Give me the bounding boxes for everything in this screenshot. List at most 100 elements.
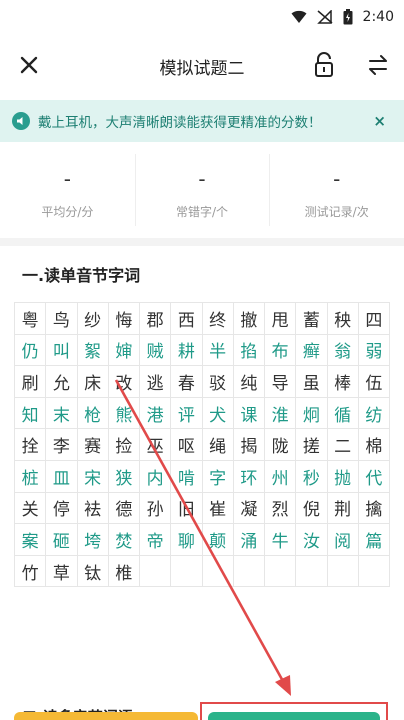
character-cell[interactable]: 宋 (77, 460, 109, 493)
character-cell[interactable]: 桩 (15, 460, 47, 493)
close-notice-icon[interactable]: × (373, 112, 386, 130)
character-cell[interactable]: 环 (233, 460, 265, 493)
character-cell[interactable]: 涌 (233, 524, 265, 556)
character-cell[interactable]: 德 (108, 492, 140, 525)
character-cell[interactable]: 阅 (327, 524, 359, 556)
character-cell[interactable]: 半 (202, 334, 234, 367)
character-cell[interactable]: 撤 (233, 303, 265, 335)
character-cell[interactable]: 抛 (327, 460, 359, 493)
character-cell[interactable]: 颠 (202, 524, 234, 556)
character-cell[interactable]: 烈 (265, 492, 297, 525)
character-cell[interactable]: 枪 (77, 397, 109, 430)
character-cell[interactable]: 垮 (77, 524, 109, 556)
character-cell[interactable]: 椎 (108, 555, 140, 588)
character-cell[interactable]: 陇 (265, 429, 297, 461)
character-cell[interactable]: 焚 (108, 524, 140, 556)
character-cell[interactable]: 揭 (233, 429, 265, 461)
character-cell[interactable]: 二 (327, 429, 359, 461)
character-cell[interactable]: 弱 (358, 334, 390, 367)
character-cell[interactable]: 婶 (108, 334, 140, 367)
character-cell[interactable]: 帝 (140, 524, 172, 556)
character-cell[interactable]: 啃 (171, 460, 203, 493)
character-cell[interactable]: 终 (202, 303, 234, 335)
character-cell[interactable]: 熊 (108, 397, 140, 430)
character-cell[interactable]: 捡 (108, 429, 140, 461)
character-cell[interactable]: 聊 (171, 524, 203, 556)
character-cell[interactable]: 拴 (15, 429, 47, 461)
left-action-button[interactable] (14, 712, 198, 720)
character-cell[interactable]: 粤 (15, 303, 47, 335)
character-cell[interactable]: 关 (15, 492, 47, 525)
character-cell[interactable]: 鸟 (46, 303, 78, 335)
character-cell[interactable]: 末 (46, 397, 78, 430)
character-cell[interactable]: 允 (46, 366, 78, 398)
switch-icon[interactable] (364, 50, 392, 80)
start-test-button[interactable] (208, 712, 380, 720)
character-cell[interactable]: 秧 (327, 303, 359, 335)
character-cell[interactable]: 袪 (77, 492, 109, 525)
character-cell[interactable]: 州 (265, 460, 297, 493)
character-cell[interactable]: 纯 (233, 366, 265, 398)
character-cell[interactable]: 纱 (77, 303, 109, 335)
character-cell[interactable]: 蓄 (296, 303, 328, 335)
stat-test-records[interactable]: - 测试记录/次 (269, 142, 404, 238)
character-cell[interactable]: 赛 (77, 429, 109, 461)
character-cell[interactable]: 循 (327, 397, 359, 430)
character-cell[interactable]: 旧 (171, 492, 203, 525)
character-cell[interactable]: 崔 (202, 492, 234, 525)
character-cell[interactable]: 字 (202, 460, 234, 493)
character-cell[interactable]: 草 (46, 555, 78, 588)
character-cell[interactable]: 棒 (327, 366, 359, 398)
unlock-icon[interactable] (310, 50, 338, 80)
character-cell[interactable]: 导 (265, 366, 297, 398)
character-cell[interactable]: 港 (140, 397, 172, 430)
character-cell[interactable]: 停 (46, 492, 78, 525)
character-cell[interactable]: 巫 (140, 429, 172, 461)
character-cell[interactable]: 秒 (296, 460, 328, 493)
character-cell[interactable]: 皿 (46, 460, 78, 493)
character-cell[interactable]: 叫 (46, 334, 78, 367)
character-cell[interactable]: 逃 (140, 366, 172, 398)
character-cell[interactable]: 绳 (202, 429, 234, 461)
character-cell[interactable]: 倪 (296, 492, 328, 525)
character-cell[interactable]: 耕 (171, 334, 203, 367)
character-cell[interactable]: 贼 (140, 334, 172, 367)
character-cell[interactable]: 篇 (358, 524, 390, 556)
character-cell[interactable]: 汝 (296, 524, 328, 556)
character-cell[interactable]: 牛 (265, 524, 297, 556)
character-cell[interactable]: 课 (233, 397, 265, 430)
character-cell[interactable]: 砸 (46, 524, 78, 556)
character-cell[interactable]: 布 (265, 334, 297, 367)
character-cell[interactable]: 改 (108, 366, 140, 398)
character-cell[interactable]: 钛 (77, 555, 109, 588)
character-cell[interactable]: 悔 (108, 303, 140, 335)
character-cell[interactable]: 荆 (327, 492, 359, 525)
character-cell[interactable]: 孙 (140, 492, 172, 525)
character-cell[interactable]: 絮 (77, 334, 109, 367)
character-cell[interactable]: 掐 (233, 334, 265, 367)
character-cell[interactable]: 评 (171, 397, 203, 430)
character-cell[interactable]: 呕 (171, 429, 203, 461)
character-cell[interactable]: 仍 (15, 334, 47, 367)
character-cell[interactable]: 棉 (358, 429, 390, 461)
character-cell[interactable]: 翁 (327, 334, 359, 367)
character-cell[interactable]: 竹 (15, 555, 47, 588)
character-cell[interactable]: 甩 (265, 303, 297, 335)
character-cell[interactable]: 虽 (296, 366, 328, 398)
character-cell[interactable]: 淮 (265, 397, 297, 430)
character-cell[interactable]: 内 (140, 460, 172, 493)
character-cell[interactable]: 刷 (15, 366, 47, 398)
character-cell[interactable]: 李 (46, 429, 78, 461)
character-cell[interactable]: 癣 (296, 334, 328, 367)
character-cell[interactable]: 床 (77, 366, 109, 398)
character-cell[interactable]: 案 (15, 524, 47, 556)
character-cell[interactable]: 知 (15, 397, 47, 430)
character-cell[interactable]: 炯 (296, 397, 328, 430)
character-cell[interactable]: 伍 (358, 366, 390, 398)
character-cell[interactable]: 纺 (358, 397, 390, 430)
character-cell[interactable]: 犬 (202, 397, 234, 430)
character-cell[interactable]: 擒 (358, 492, 390, 525)
character-cell[interactable]: 春 (171, 366, 203, 398)
character-cell[interactable]: 搓 (296, 429, 328, 461)
character-cell[interactable]: 驳 (202, 366, 234, 398)
